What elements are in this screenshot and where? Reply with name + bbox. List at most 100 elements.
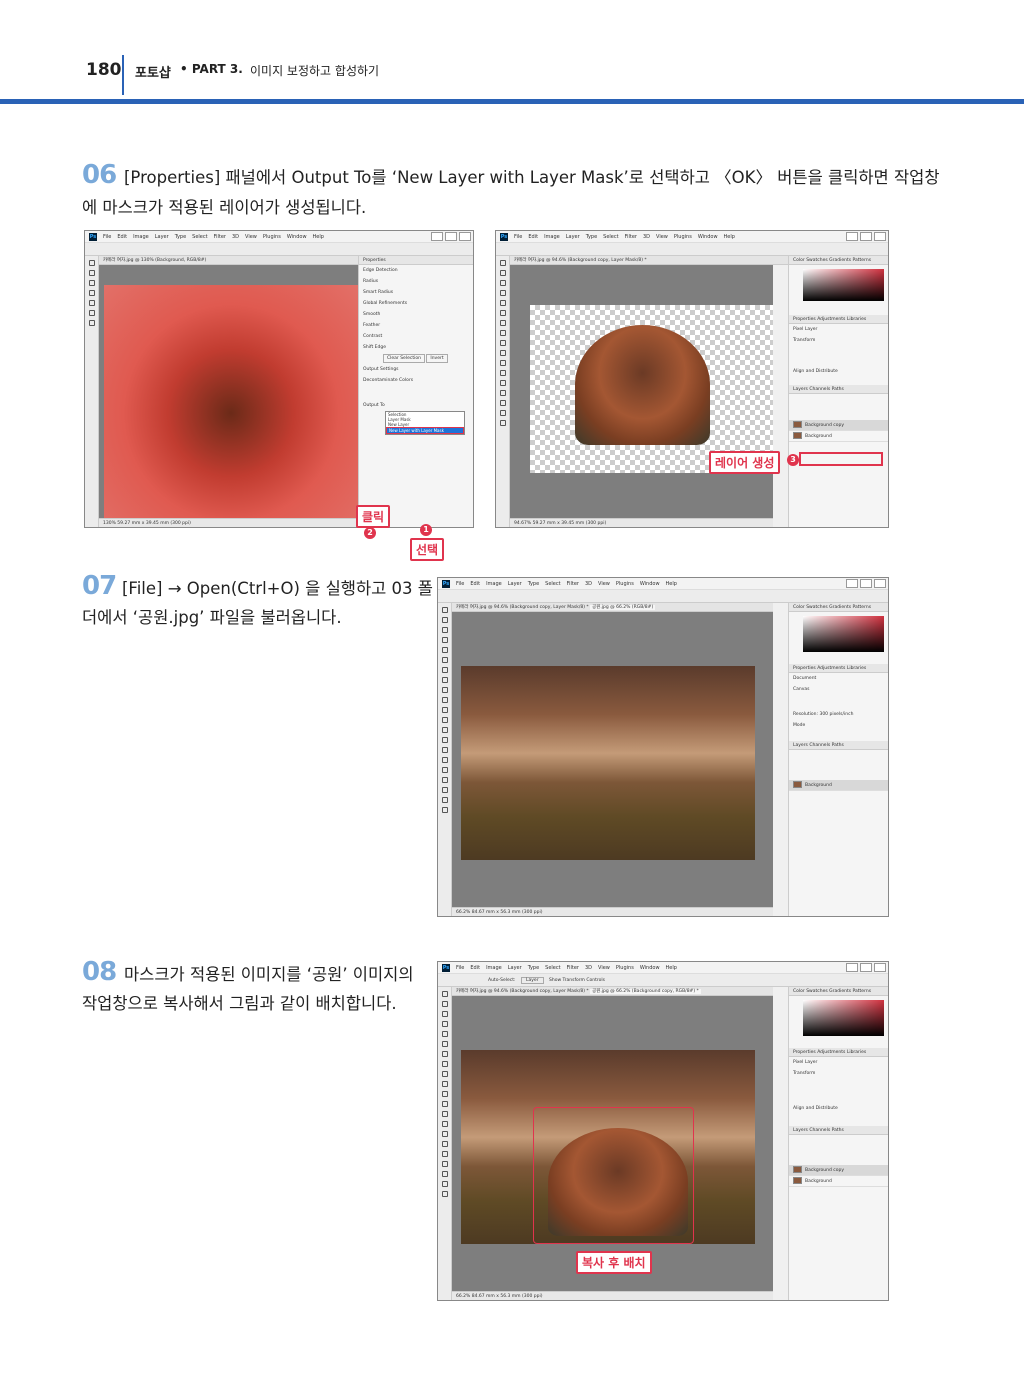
panel-row[interactable]: Decontaminate Colors xyxy=(359,375,473,386)
maximize-icon[interactable] xyxy=(860,963,872,972)
menu-item[interactable]: Layer xyxy=(566,234,580,240)
menu-item[interactable]: File xyxy=(456,581,464,587)
menu-item[interactable]: Select xyxy=(545,965,560,971)
type-icon[interactable] xyxy=(441,1151,448,1157)
hand-icon[interactable] xyxy=(441,1181,448,1187)
dropdown-option-selected[interactable]: New Layer with Layer Mask xyxy=(386,427,464,434)
stamp-icon[interactable] xyxy=(499,350,506,356)
menu-item[interactable]: 3D xyxy=(643,234,650,240)
align-section[interactable]: Align and Distribute xyxy=(789,1103,888,1114)
menu-item[interactable]: Window xyxy=(698,234,718,240)
transform-section[interactable]: Transform xyxy=(789,335,888,346)
minimize-icon[interactable] xyxy=(846,232,858,241)
layer-row[interactable]: Background xyxy=(789,431,888,442)
selection-icon[interactable] xyxy=(88,290,95,296)
menu-item[interactable]: Filter xyxy=(625,234,637,240)
layer-row[interactable]: Background xyxy=(789,1176,888,1187)
eraser-icon[interactable] xyxy=(499,370,506,376)
menu-item[interactable]: Image xyxy=(486,581,502,587)
menu-item[interactable]: View xyxy=(598,581,610,587)
stamp-icon[interactable] xyxy=(441,1081,448,1087)
blur-icon[interactable] xyxy=(441,737,448,743)
frame-icon[interactable] xyxy=(499,310,506,316)
menu-item[interactable]: Filter xyxy=(567,581,579,587)
menu-item[interactable]: 3D xyxy=(232,234,239,240)
minimize-icon[interactable] xyxy=(431,232,443,241)
move-icon[interactable] xyxy=(441,991,448,997)
maximize-icon[interactable] xyxy=(445,232,457,241)
document-tab-active[interactable]: 공원.jpg @ 66.2% (RGB/8#) xyxy=(590,605,656,610)
clear-selection-button[interactable]: Clear Selection xyxy=(383,354,425,363)
menu-item[interactable]: Help xyxy=(666,581,677,587)
transform-controls-checkbox[interactable]: Show Transform Controls xyxy=(549,978,605,983)
hand-icon[interactable] xyxy=(88,310,95,316)
marquee-icon[interactable] xyxy=(441,617,448,623)
menu-item[interactable]: Window xyxy=(287,234,307,240)
frame-icon[interactable] xyxy=(441,1041,448,1047)
dodge-icon[interactable] xyxy=(441,1131,448,1137)
menu-item[interactable]: Layer xyxy=(155,234,169,240)
gradient-icon[interactable] xyxy=(499,380,506,386)
frame-icon[interactable] xyxy=(441,657,448,663)
menu-item[interactable]: File xyxy=(456,965,464,971)
menu-item[interactable]: Window xyxy=(640,581,660,587)
document-tab[interactable]: 카메라 여자.jpg @ 130% (Background, RGB/8#) xyxy=(99,256,358,265)
eyedropper-icon[interactable] xyxy=(441,1051,448,1057)
move-icon[interactable] xyxy=(499,260,506,266)
menu-item[interactable]: Help xyxy=(313,234,324,240)
lasso-icon[interactable] xyxy=(441,1011,448,1017)
canvas-area[interactable] xyxy=(452,612,773,907)
type-icon[interactable] xyxy=(499,420,506,426)
document-tab[interactable]: 카메라 여자.jpg @ 94.6% (Background copy, Lay… xyxy=(456,989,589,994)
dodge-icon[interactable] xyxy=(499,400,506,406)
menu-item[interactable]: Help xyxy=(666,965,677,971)
menu-item[interactable]: File xyxy=(103,234,111,240)
hand-icon[interactable] xyxy=(441,797,448,803)
maximize-icon[interactable] xyxy=(860,232,872,241)
panel-row[interactable]: Feather xyxy=(359,320,473,331)
blur-icon[interactable] xyxy=(441,1121,448,1127)
shape-icon[interactable] xyxy=(441,787,448,793)
menu-item[interactable]: Help xyxy=(724,234,735,240)
menu-item[interactable]: File xyxy=(514,234,522,240)
zoom-icon[interactable] xyxy=(88,320,95,326)
menu-item[interactable]: View xyxy=(598,965,610,971)
pen-icon[interactable] xyxy=(499,410,506,416)
lasso-icon[interactable] xyxy=(499,280,506,286)
menu-item[interactable]: Filter xyxy=(567,965,579,971)
menu-item[interactable]: Edit xyxy=(117,234,127,240)
canvas-area[interactable] xyxy=(510,265,773,518)
brush-icon[interactable] xyxy=(88,260,95,266)
close-icon[interactable] xyxy=(874,963,886,972)
menu-item[interactable]: Type xyxy=(528,581,539,587)
color-picker[interactable] xyxy=(803,269,884,301)
menu-item[interactable]: Window xyxy=(640,965,660,971)
document-tab-active[interactable]: 공원.jpg @ 66.2% (Background copy, RGB/8#)… xyxy=(590,989,701,994)
color-picker[interactable] xyxy=(803,616,884,652)
gradient-icon[interactable] xyxy=(441,1111,448,1117)
crop-icon[interactable] xyxy=(441,1031,448,1037)
healing-icon[interactable] xyxy=(499,330,506,336)
eraser-icon[interactable] xyxy=(441,1101,448,1107)
blur-icon[interactable] xyxy=(499,390,506,396)
maximize-icon[interactable] xyxy=(860,579,872,588)
panel-row[interactable]: Contrast xyxy=(359,331,473,342)
transform-section[interactable]: Transform xyxy=(789,1068,888,1079)
dodge-icon[interactable] xyxy=(441,747,448,753)
menu-item[interactable]: Type xyxy=(528,965,539,971)
quick-select-icon[interactable] xyxy=(441,637,448,643)
history-brush-icon[interactable] xyxy=(441,1091,448,1097)
zoom-icon[interactable] xyxy=(441,1191,448,1197)
eyedropper-icon[interactable] xyxy=(441,667,448,673)
close-icon[interactable] xyxy=(459,232,471,241)
menu-item[interactable]: View xyxy=(245,234,257,240)
menu-item[interactable]: Edit xyxy=(470,965,480,971)
marquee-icon[interactable] xyxy=(441,1001,448,1007)
healing-icon[interactable] xyxy=(441,1061,448,1067)
shape-icon[interactable] xyxy=(441,1171,448,1177)
history-brush-icon[interactable] xyxy=(499,360,506,366)
brush-icon[interactable] xyxy=(499,340,506,346)
menu-item[interactable]: Image xyxy=(133,234,149,240)
menu-item[interactable]: Layer xyxy=(508,581,522,587)
brush-icon[interactable] xyxy=(441,1071,448,1077)
